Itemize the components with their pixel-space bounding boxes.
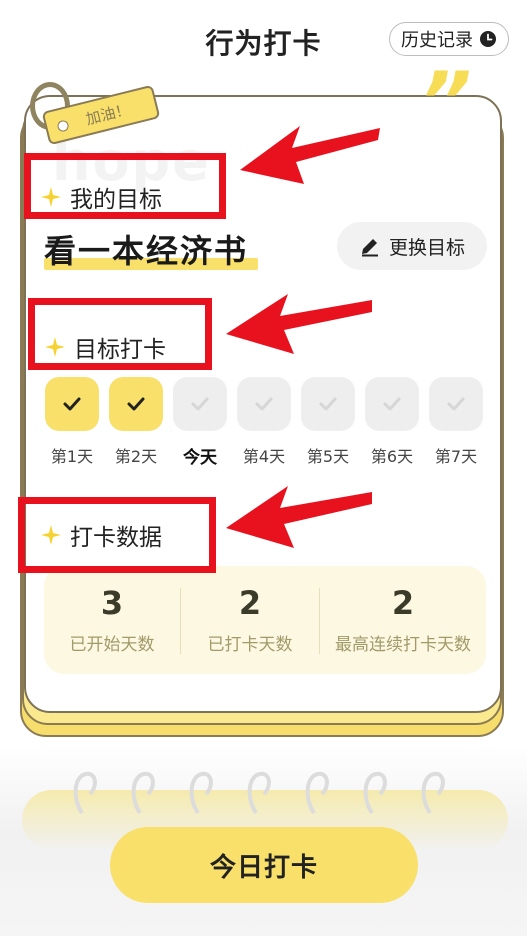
day-item-today[interactable]: 今天 (170, 377, 230, 468)
check-icon (383, 397, 401, 411)
check-icon (191, 397, 209, 411)
stat-value: 2 (391, 584, 415, 622)
stat-checked-days: 2 已打卡天数 (181, 566, 319, 674)
stat-label: 已打卡天数 (207, 635, 293, 655)
day-label: 第5天 (306, 447, 350, 466)
binder-rings (73, 771, 445, 815)
stat-started-days: 3 已开始天数 (44, 566, 180, 674)
checkin-days: 第1天 第2天 今天 第4天 第5天 第6天 第7天 (42, 377, 492, 468)
day-label: 第7天 (434, 447, 478, 466)
day-label: 第6天 (370, 447, 414, 466)
quote-decoration-icon: ” (420, 55, 472, 148)
stat-value: 3 (100, 584, 124, 622)
checkin-today-button[interactable]: 今日打卡 (110, 827, 418, 903)
stat-label: 已开始天数 (69, 635, 155, 655)
day-label: 第1天 (50, 447, 94, 466)
pencil-icon (361, 239, 378, 257)
day-label-today: 今天 (183, 448, 217, 468)
history-label: 历史记录 (401, 30, 473, 51)
day-status-done (45, 377, 99, 431)
stat-value: 2 (238, 584, 262, 622)
day-status-pending (365, 377, 419, 431)
annotation-arrow (240, 126, 380, 184)
day-status-done (109, 377, 163, 431)
stat-label: 最高连续打卡天数 (335, 635, 471, 655)
day-status-pending (429, 377, 483, 431)
check-icon (447, 397, 465, 411)
annotation-arrow (226, 486, 372, 548)
change-goal-button[interactable]: 更换目标 (337, 222, 487, 270)
cheer-tag-label: 加油！ (83, 99, 132, 128)
check-icon (255, 397, 273, 411)
stats-panel: 3 已开始天数 2 已打卡天数 2 最高连续打卡天数 (44, 566, 486, 674)
day-item[interactable]: 第2天 (106, 377, 166, 467)
day-item[interactable]: 第4天 (234, 377, 294, 467)
check-icon (319, 397, 337, 411)
stat-max-streak: 2 最高连续打卡天数 (320, 566, 486, 674)
day-label: 第4天 (242, 447, 286, 466)
annotation-box (28, 298, 212, 370)
clock-icon (480, 31, 496, 47)
annotation-arrow (226, 294, 372, 354)
day-item[interactable]: 第6天 (362, 377, 422, 467)
day-item[interactable]: 第1天 (42, 377, 102, 467)
tag-hole-icon (56, 119, 70, 133)
goal-text: 看一本经济书 (44, 232, 249, 270)
change-goal-label: 更换目标 (388, 236, 465, 259)
day-status-pending (173, 377, 227, 431)
annotation-box (18, 497, 216, 573)
history-button[interactable]: 历史记录 (389, 22, 509, 56)
day-item[interactable]: 第7天 (426, 377, 486, 467)
day-label: 第2天 (114, 447, 158, 466)
annotation-box (24, 153, 226, 219)
day-status-pending (237, 377, 291, 431)
day-item[interactable]: 第5天 (298, 377, 358, 467)
check-icon (127, 397, 145, 411)
check-icon (63, 397, 81, 411)
day-status-pending (301, 377, 355, 431)
